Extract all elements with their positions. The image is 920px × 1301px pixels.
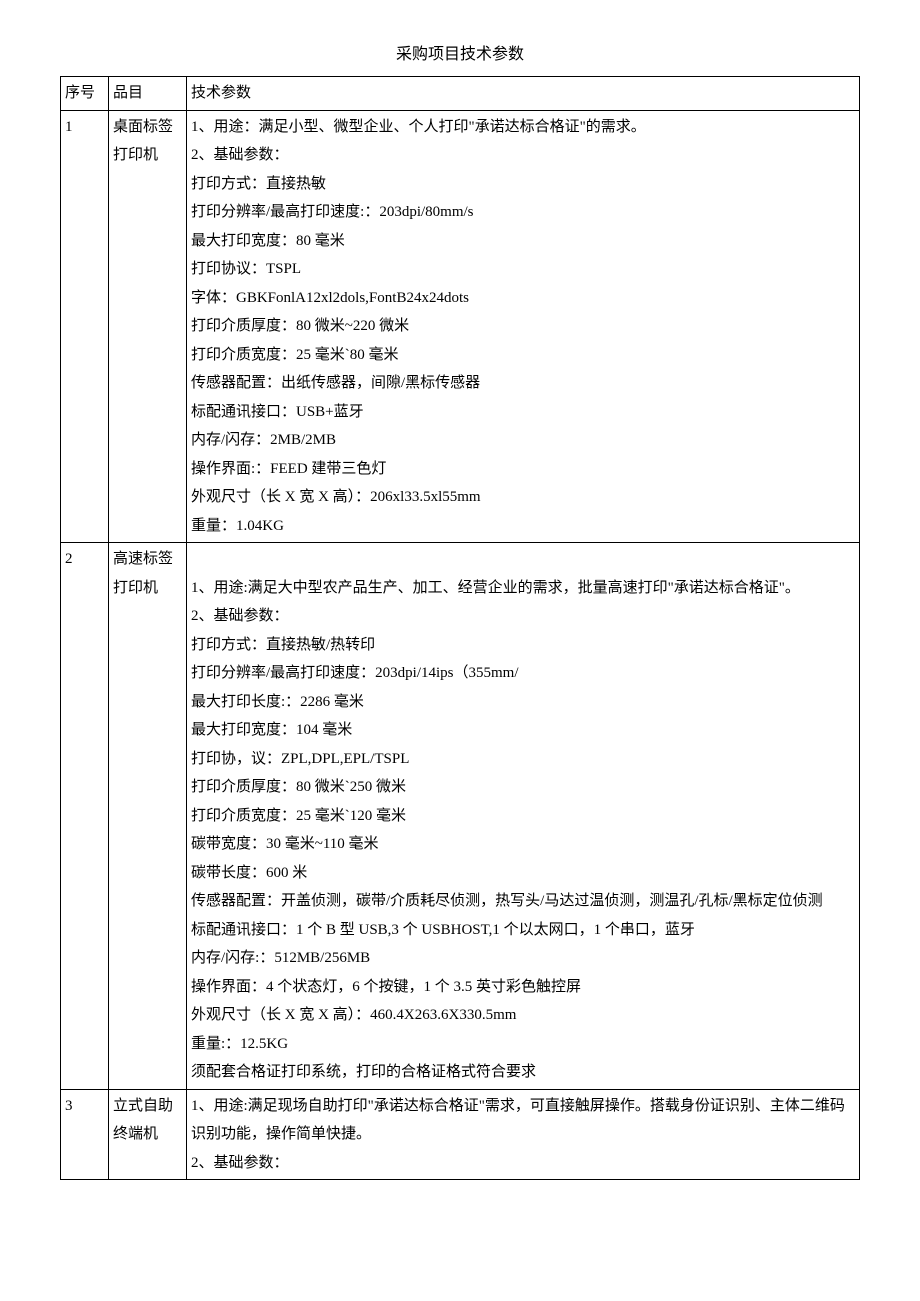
col-header-seq: 序号 — [61, 77, 109, 111]
cell-item: 立式自助终端机 — [109, 1089, 187, 1180]
cell-seq: 3 — [61, 1089, 109, 1180]
table-row: 1 桌面标签打印机 1、用途：满足小型、微型企业、个人打印"承诺达标合格证"的需… — [61, 110, 860, 543]
cell-seq: 1 — [61, 110, 109, 543]
cell-item: 高速标签打印机 — [109, 543, 187, 1090]
cell-tech: 1、用途：满足小型、微型企业、个人打印"承诺达标合格证"的需求。 2、基础参数：… — [187, 110, 860, 543]
table-header-row: 序号 品目 技术参数 — [61, 77, 860, 111]
table-row: 3 立式自助终端机 1、用途:满足现场自助打印"承诺达标合格证"需求，可直接触屏… — [61, 1089, 860, 1180]
col-header-item: 品目 — [109, 77, 187, 111]
cell-tech: 1、用途:满足大中型农产品生产、加工、经营企业的需求，批量高速打印"承诺达标合格… — [187, 543, 860, 1090]
page-title: 采购项目技术参数 — [60, 40, 860, 70]
cell-tech: 1、用途:满足现场自助打印"承诺达标合格证"需求，可直接触屏操作。搭载身份证识别… — [187, 1089, 860, 1180]
table-row: 2 高速标签打印机 1、用途:满足大中型农产品生产、加工、经营企业的需求，批量高… — [61, 543, 860, 1090]
col-header-tech: 技术参数 — [187, 77, 860, 111]
cell-seq: 2 — [61, 543, 109, 1090]
spec-table: 序号 品目 技术参数 1 桌面标签打印机 1、用途：满足小型、微型企业、个人打印… — [60, 76, 860, 1180]
cell-item: 桌面标签打印机 — [109, 110, 187, 543]
